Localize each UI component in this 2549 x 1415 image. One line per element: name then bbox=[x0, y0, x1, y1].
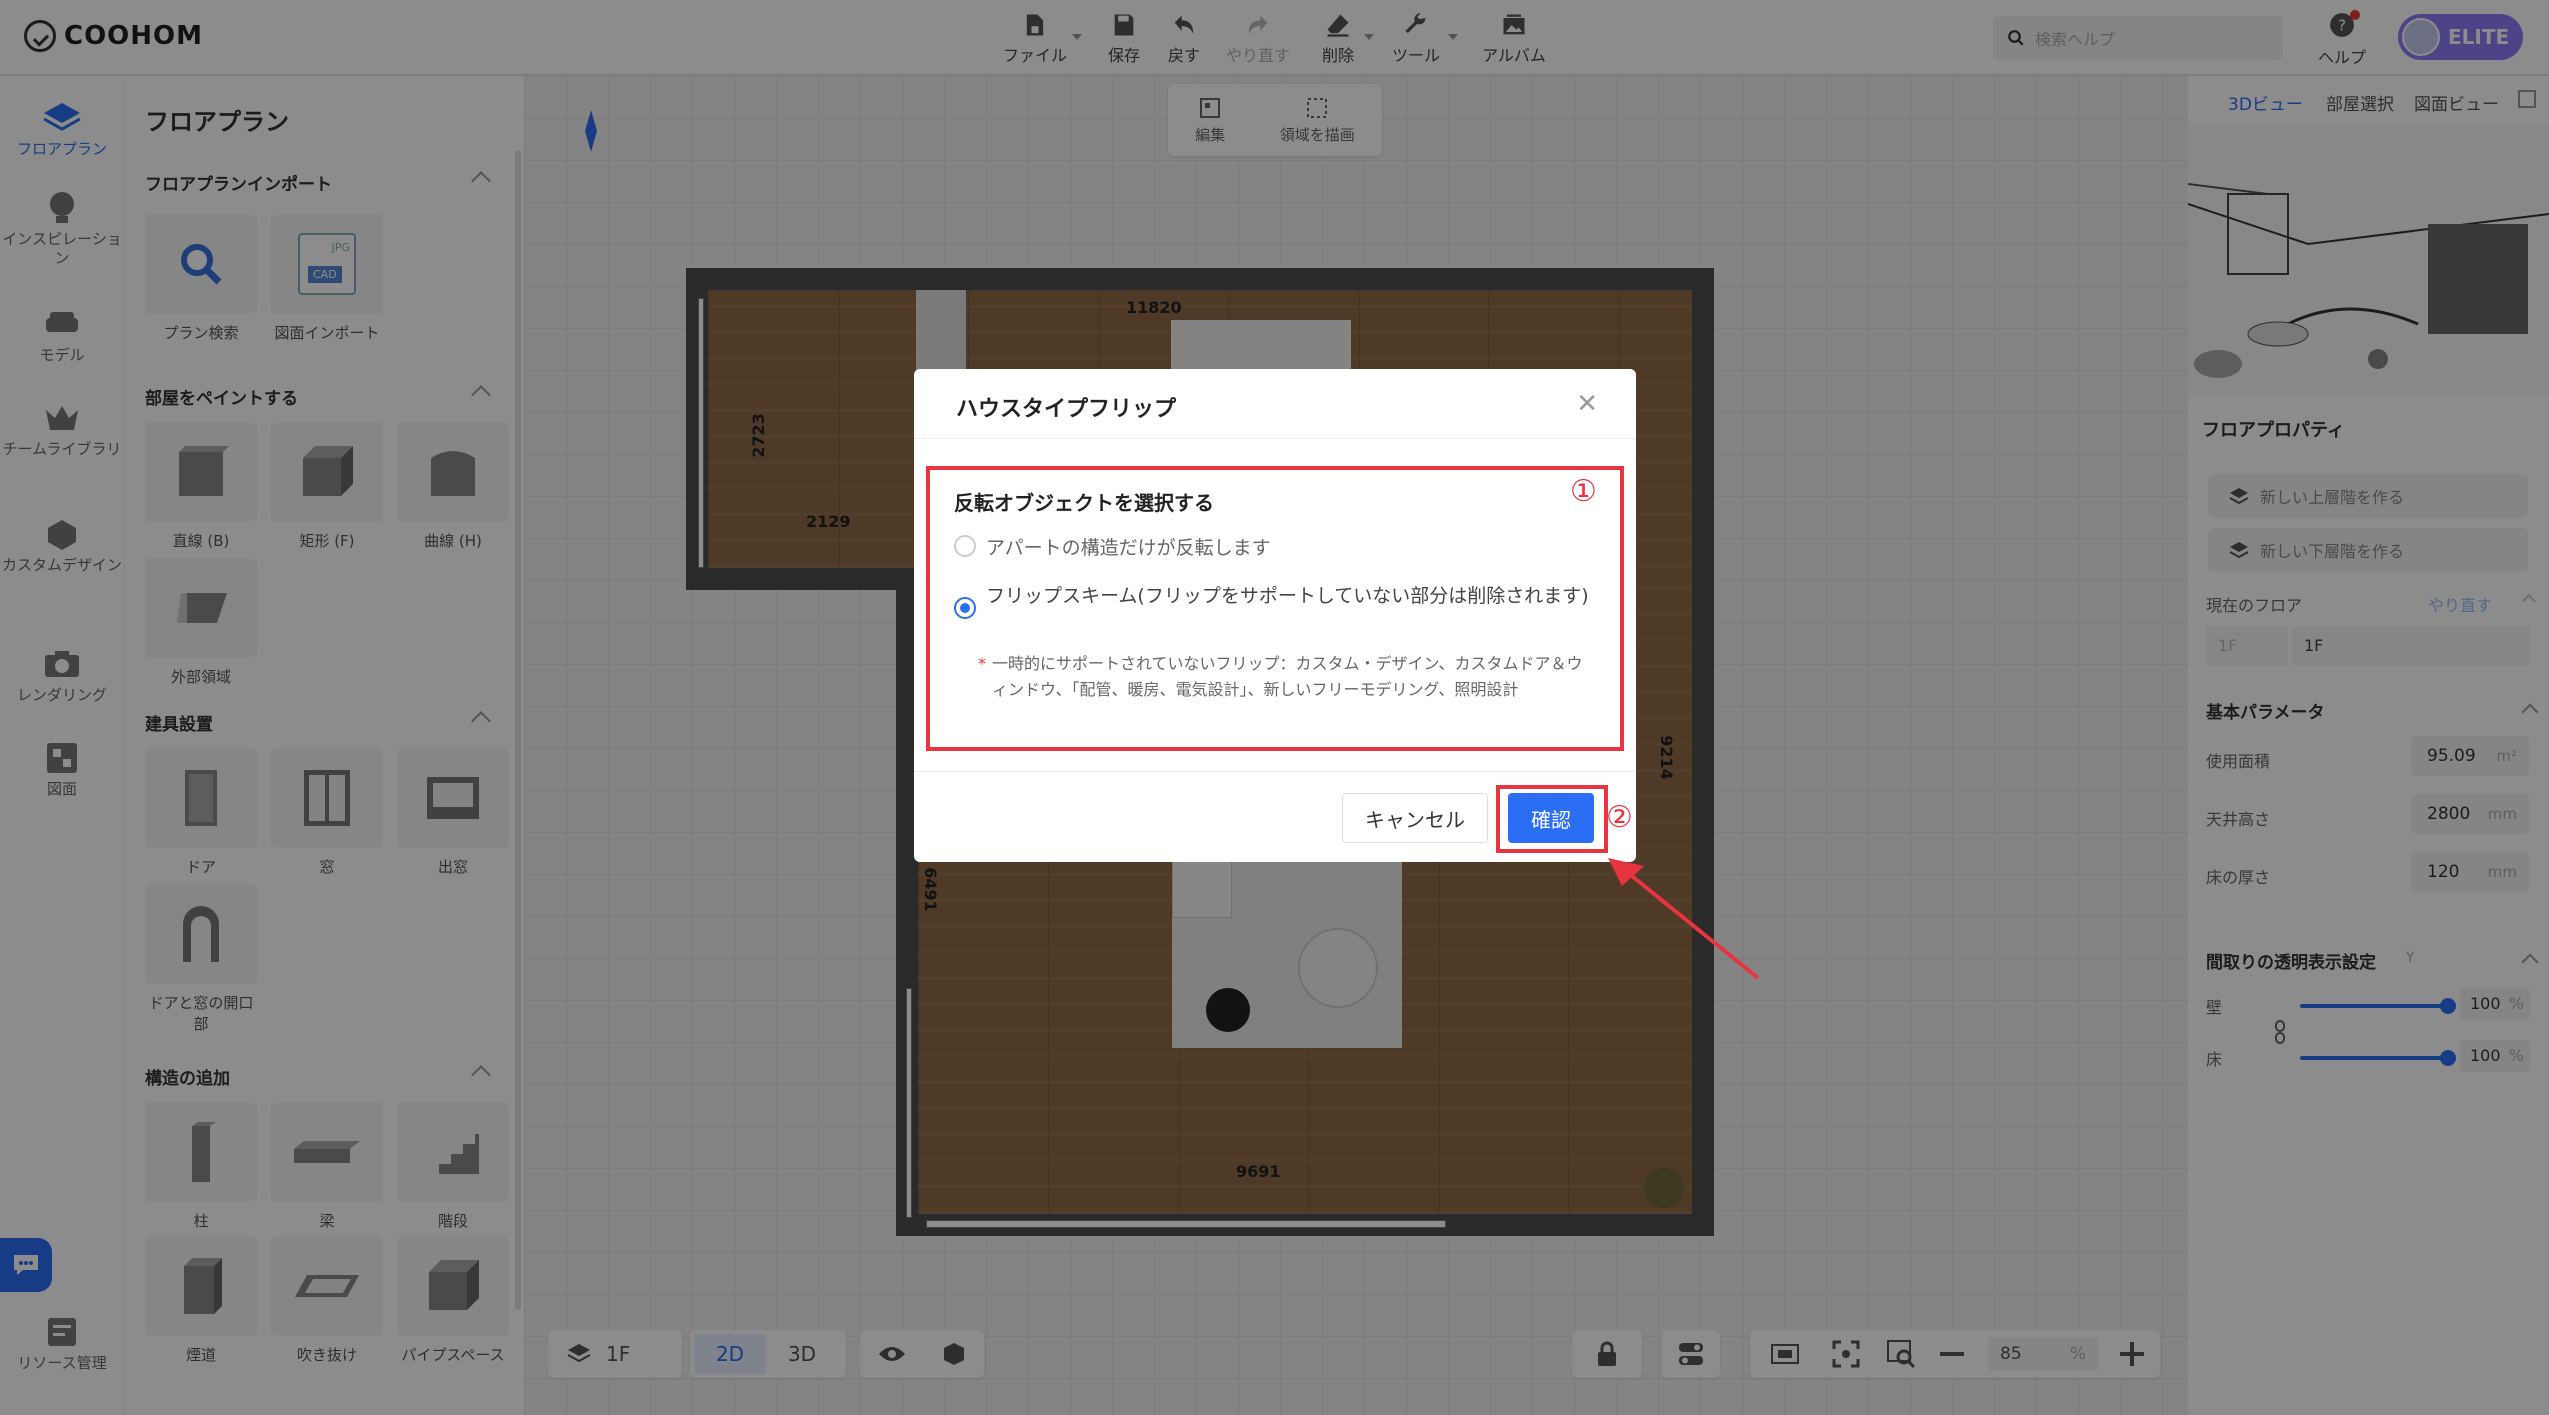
annotation-arrow bbox=[1608, 858, 1760, 980]
cancel-button[interactable]: キャンセル bbox=[1342, 793, 1488, 843]
divider bbox=[914, 438, 1636, 439]
cancel-label: キャンセル bbox=[1365, 807, 1465, 832]
annotation-box-confirm bbox=[1496, 785, 1608, 853]
annotation-marker-2: ② bbox=[1606, 800, 1633, 835]
close-icon[interactable]: ✕ bbox=[1576, 389, 1598, 419]
dialog-title: ハウスタイプフリップ bbox=[956, 397, 1177, 422]
annotation-box-options bbox=[926, 466, 1624, 751]
divider bbox=[914, 771, 1636, 772]
annotation-marker-1: ① bbox=[1570, 474, 1597, 509]
